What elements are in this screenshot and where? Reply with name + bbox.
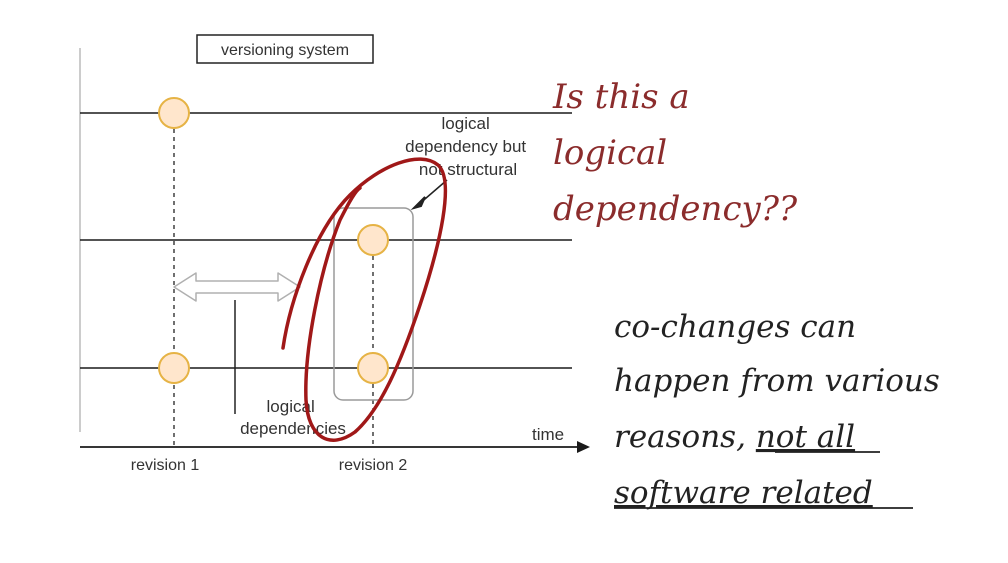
comment-line-3: reasons, not all — [614, 419, 855, 455]
versioning-diagram: versioning system time revision 1 revisi… — [79, 34, 590, 474]
revision-1-label: revision 1 — [131, 457, 200, 474]
time-axis-arrowhead — [577, 441, 590, 453]
slide-canvas: versioning system time revision 1 revisi… — [79, 34, 940, 511]
revision-2-label: revision 2 — [339, 457, 408, 474]
comment-annotation: co-changes can happen from various reaso… — [614, 309, 940, 511]
diagram-title: versioning system — [221, 42, 349, 59]
time-label: time — [532, 425, 564, 444]
comment-line-1: co-changes can — [614, 309, 856, 345]
comment-line-2: happen from various — [614, 363, 940, 399]
logical-dependencies-label: logical dependencies — [240, 397, 346, 438]
logical-dependency-note: logical dependency but not structural — [405, 114, 531, 179]
question-line-3: dependency?? — [553, 189, 798, 229]
question-line-2: logical — [553, 133, 667, 173]
node-rev2-lane2 — [357, 224, 389, 256]
node-rev1-lane1 — [158, 97, 190, 129]
node-rev1-lane3 — [158, 352, 190, 384]
comment-line-3-plain: reasons, — [614, 419, 756, 455]
node-rev2-lane3 — [357, 352, 389, 384]
question-line-1: Is this a — [552, 77, 690, 117]
question-annotation: Is this a logical dependency?? — [552, 77, 798, 229]
comment-line-3-underlined: not all — [756, 419, 855, 455]
double-arrow — [173, 272, 301, 302]
comment-line-4: software related — [614, 475, 873, 511]
note-pointer-arrowhead — [410, 196, 426, 211]
